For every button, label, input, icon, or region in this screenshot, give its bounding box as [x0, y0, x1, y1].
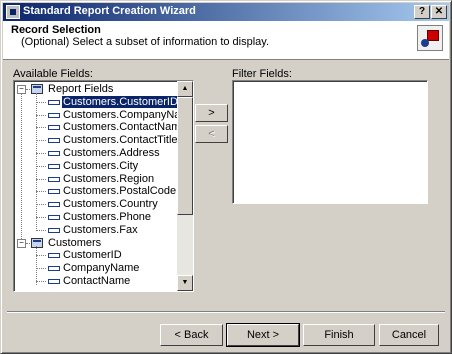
tree-scrollbar[interactable]: ▲ ▼	[177, 81, 193, 291]
tree-connector	[36, 140, 46, 142]
filter-fields-label: Filter Fields:	[232, 68, 292, 80]
tree-item-field[interactable]: CompanyName	[62, 262, 140, 274]
field-icon	[48, 202, 60, 208]
page-subtitle: (Optional) Select a subset of informatio…	[21, 36, 270, 48]
title-bar[interactable]: Standard Report Creation Wizard ? ✕	[3, 3, 449, 21]
tree-connector	[36, 217, 46, 218]
available-fields-tree[interactable]: − Report Fields Customers.CustomerID Custom…	[13, 80, 194, 292]
field-icon	[48, 99, 60, 105]
field-icon	[48, 176, 60, 182]
tree-connector	[36, 153, 46, 154]
tree-connector	[21, 93, 22, 239]
tree-node-customers[interactable]: Customers	[47, 237, 102, 249]
finish-button[interactable]: Finish	[303, 324, 375, 346]
tree-item-field[interactable]: Customers.ContactTitle	[62, 134, 179, 146]
scroll-down-button[interactable]: ▼	[177, 275, 193, 291]
scroll-thumb[interactable]	[177, 97, 193, 215]
back-button[interactable]: < Back	[160, 324, 223, 346]
tree-connector	[26, 242, 30, 244]
field-icon	[48, 266, 60, 272]
field-icon	[48, 253, 60, 259]
tree-item-field[interactable]: Customers.PostalCode	[62, 185, 177, 197]
wizard-header: Record Selection (Optional) Select a sub…	[3, 21, 449, 60]
tree-connector	[36, 127, 46, 129]
tree-item-field[interactable]: Customers.CustomerID	[61, 94, 180, 109]
field-icon	[48, 189, 60, 195]
tree-item-field[interactable]: Customers.Region	[62, 173, 155, 185]
cancel-button[interactable]: Cancel	[379, 324, 439, 346]
tree-connector	[36, 268, 46, 270]
footer-separator	[7, 311, 445, 313]
tree-connector	[36, 229, 46, 231]
tree-connector	[36, 165, 46, 167]
available-fields-label: Available Fields:	[13, 68, 93, 80]
tree-item-field[interactable]: Customers.City	[62, 160, 139, 172]
tree-item-field[interactable]: Customers.Phone	[62, 211, 152, 223]
tree-item-field[interactable]: Customers.Address	[62, 147, 161, 159]
tree-connector	[36, 281, 46, 282]
table-icon	[31, 237, 43, 248]
tree-connector	[36, 255, 46, 257]
field-icon	[48, 138, 60, 144]
wizard-icon	[417, 25, 443, 51]
collapse-toggle[interactable]: −	[17, 238, 26, 248]
window-title: Standard Report Creation Wizard	[23, 5, 196, 17]
remove-field-button[interactable]: <	[195, 125, 228, 143]
tree-item-field[interactable]: Customers.Fax	[62, 224, 139, 236]
tree-item-field[interactable]: ContactName	[62, 275, 131, 287]
tree-node-report-fields[interactable]: Report Fields	[47, 83, 114, 95]
tree-item-field[interactable]: Customers.CompanyName	[62, 109, 193, 121]
filter-fields-list[interactable]	[232, 80, 428, 204]
field-icon	[48, 227, 60, 233]
tree-connector	[26, 89, 30, 90]
add-field-button[interactable]: >	[195, 104, 228, 122]
tree-connector	[36, 191, 46, 193]
field-icon	[48, 279, 60, 284]
field-icon	[48, 112, 60, 118]
app-icon	[6, 5, 20, 19]
help-button[interactable]: ?	[414, 5, 430, 19]
field-icon	[48, 125, 60, 131]
tree-connector	[36, 114, 46, 116]
tree-connector	[36, 204, 46, 206]
tree-connector	[36, 101, 46, 103]
tree-connector	[36, 246, 37, 285]
tree-item-field[interactable]: CustomerID	[62, 249, 123, 261]
tree-content: − Report Fields Customers.CustomerID Custom…	[14, 81, 193, 289]
tree-connector	[36, 178, 46, 180]
field-icon	[48, 151, 60, 156]
report-fields-icon	[31, 84, 43, 94]
tree-item-field[interactable]: Customers.ContactName	[62, 121, 188, 133]
field-icon	[48, 163, 60, 169]
page-title: Record Selection	[11, 24, 101, 36]
next-button[interactable]: Next >	[226, 323, 300, 347]
tree-item-field[interactable]: Customers.Country	[62, 198, 159, 210]
wizard-window: Standard Report Creation Wizard ? ✕ Reco…	[0, 0, 452, 354]
field-icon	[48, 215, 60, 220]
tree-connector	[36, 92, 37, 231]
scroll-up-button[interactable]: ▲	[177, 81, 193, 97]
close-button[interactable]: ✕	[431, 5, 447, 19]
